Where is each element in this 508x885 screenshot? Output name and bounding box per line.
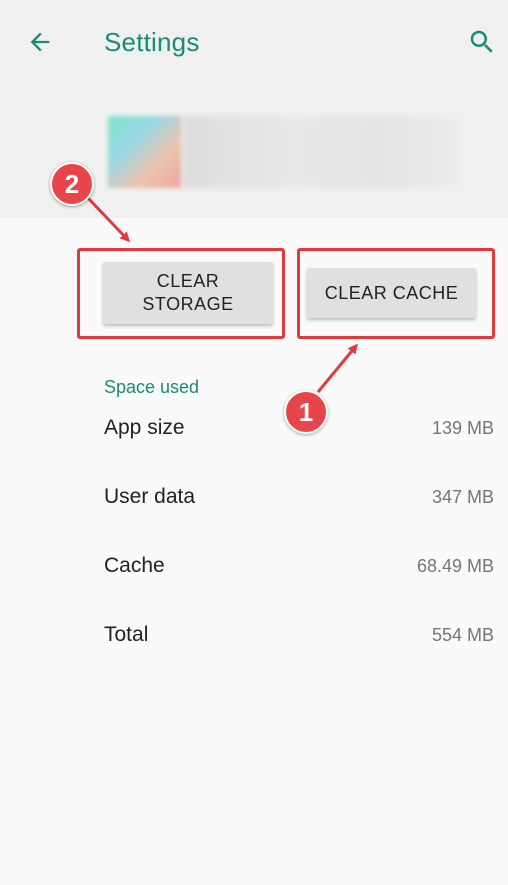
storage-row-label: Total: [104, 623, 149, 646]
space-used-heading: Space used: [104, 377, 200, 397]
storage-row-value: 554 MB: [431, 625, 494, 645]
storage-row: User data 347 MB: [104, 485, 494, 515]
arrow-back-icon: [30, 32, 50, 52]
app-icon: [108, 116, 182, 188]
storage-row-label: App size: [104, 416, 185, 439]
storage-row-label: User data: [104, 485, 196, 508]
search-button[interactable]: [464, 24, 500, 60]
storage-row-value: 68.49 MB: [416, 556, 494, 576]
app-name-redacted: [182, 116, 460, 188]
arrow-to-clear-cache: [316, 343, 358, 393]
storage-row-value: 347 MB: [431, 487, 494, 507]
storage-row: Cache 68.49 MB: [104, 554, 494, 584]
page-title: Settings: [104, 27, 200, 57]
storage-row-value: 139 MB: [431, 418, 494, 438]
storage-row: Total 554 MB: [104, 623, 494, 653]
clear-cache-label: CLEAR CACHE: [324, 282, 459, 303]
clear-storage-button[interactable]: CLEAR STORAGE: [103, 262, 273, 324]
search-icon: [470, 30, 493, 53]
clear-cache-button[interactable]: CLEAR CACHE: [307, 268, 476, 318]
back-button[interactable]: [22, 24, 58, 60]
clear-storage-label: CLEAR STORAGE: [142, 271, 234, 314]
storage-row-label: Cache: [104, 554, 165, 577]
step-2-badge: 2: [50, 162, 94, 206]
toolbar: Settings: [0, 0, 508, 84]
storage-row: App size 139 MB: [104, 416, 494, 446]
app-settings-screen: Settings CLEAR STORAGE CLEAR CACHE 2 1 S…: [0, 0, 508, 885]
